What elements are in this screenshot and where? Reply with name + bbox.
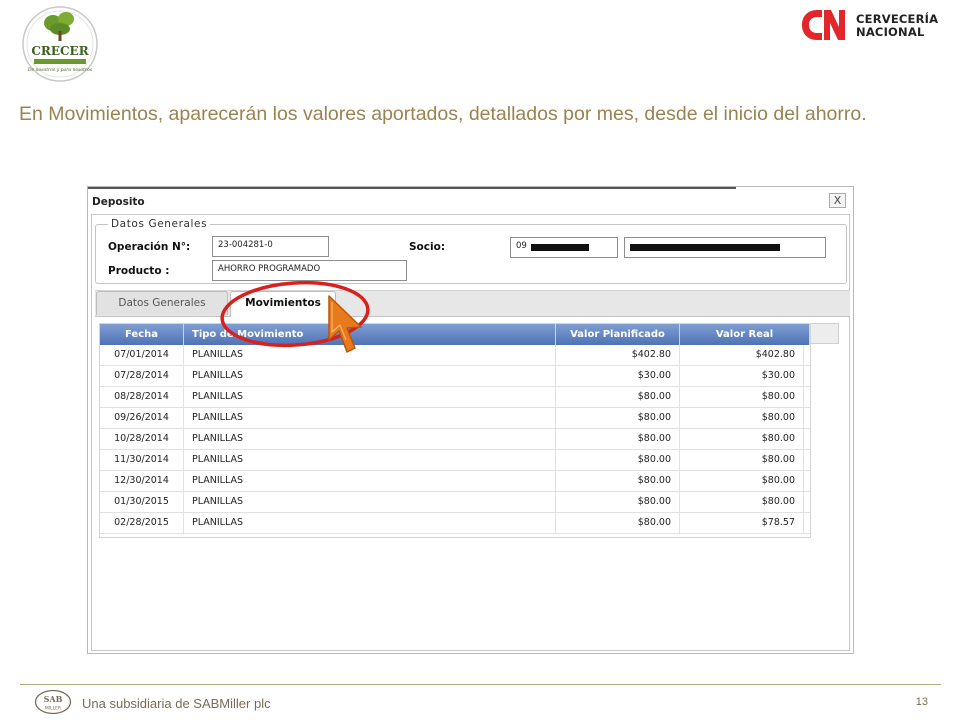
cell-valor-planificado: $80.00 <box>556 408 680 428</box>
cell-valor-real: $80.00 <box>680 429 804 449</box>
cell-valor-real: $80.00 <box>680 471 804 491</box>
cell-fecha: 01/30/2015 <box>100 492 184 512</box>
table-row[interactable]: 01/30/2015 PLANILLAS $80.00 $80.00 <box>100 492 810 513</box>
footer-text: Una subsidiaria de SABMiller plc <box>82 696 271 711</box>
table-row[interactable]: 02/28/2015 PLANILLAS $80.00 $78.57 <box>100 513 810 534</box>
operacion-label: Operación N°: <box>108 241 191 253</box>
column-header-tipo[interactable]: Tipo de Movimiento <box>184 324 556 345</box>
table-row[interactable]: 12/30/2014 PLANILLAS $80.00 $80.00 <box>100 471 810 492</box>
cell-fecha: 02/28/2015 <box>100 513 184 533</box>
close-icon[interactable]: X <box>829 193 846 208</box>
table-row[interactable]: 11/30/2014 PLANILLAS $80.00 $80.00 <box>100 450 810 471</box>
cell-fecha: 10/28/2014 <box>100 429 184 449</box>
cell-fecha: 12/30/2014 <box>100 471 184 491</box>
cell-tipo: PLANILLAS <box>184 471 556 491</box>
cell-valor-real: $80.00 <box>680 408 804 428</box>
table-row[interactable]: 07/01/2014 PLANILLAS $402.80 $402.80 <box>100 345 810 366</box>
cell-valor-planificado: $30.00 <box>556 366 680 386</box>
tab-datos-generales[interactable]: Datos Generales <box>96 291 228 315</box>
sabmiller-logo: SAB MILLER <box>34 689 72 715</box>
cn-logo-text: CERVECERÍA NACIONAL <box>856 13 938 39</box>
socio-label: Socio: <box>409 241 446 253</box>
producto-field[interactable]: AHORRO PROGRAMADO <box>212 260 407 281</box>
grid-header: Fecha Tipo de Movimiento Valor Planifica… <box>100 324 810 345</box>
socio-code-field[interactable]: 09 <box>510 237 618 258</box>
table-row[interactable]: 07/28/2014 PLANILLAS $30.00 $30.00 <box>100 366 810 387</box>
cell-valor-planificado: $80.00 <box>556 492 680 512</box>
cell-valor-real: $80.00 <box>680 387 804 407</box>
cn-logo-mark-icon <box>802 10 845 40</box>
intro-text: En Movimientos, aparecerán los valores a… <box>19 103 867 125</box>
cell-valor-real: $80.00 <box>680 450 804 470</box>
cell-valor-planificado: $402.80 <box>556 345 680 365</box>
page-number: 13 <box>915 696 928 708</box>
svg-text:De nosotros y para nosotros: De nosotros y para nosotros <box>27 67 93 73</box>
cell-valor-real: $78.57 <box>680 513 804 533</box>
table-row[interactable]: 10/28/2014 PLANILLAS $80.00 $80.00 <box>100 429 810 450</box>
cell-fecha: 07/01/2014 <box>100 345 184 365</box>
brand-line2: NACIONAL <box>856 25 925 39</box>
cell-tipo: PLANILLAS <box>184 366 556 386</box>
footer-divider <box>20 684 941 685</box>
cell-valor-real: $30.00 <box>680 366 804 386</box>
deposito-dialog: Deposito X Datos Generales Operación N°:… <box>87 186 854 654</box>
socio-name-field[interactable] <box>624 237 826 258</box>
cell-valor-planificado: $80.00 <box>556 429 680 449</box>
cell-fecha: 09/26/2014 <box>100 408 184 428</box>
cell-tipo: PLANILLAS <box>184 408 556 428</box>
movimientos-grid: Fecha Tipo de Movimiento Valor Planifica… <box>99 323 811 538</box>
cell-tipo: PLANILLAS <box>184 387 556 407</box>
cell-tipo: PLANILLAS <box>184 450 556 470</box>
cell-valor-planificado: $80.00 <box>556 471 680 491</box>
svg-text:MILLER: MILLER <box>45 706 61 712</box>
cell-tipo: PLANILLAS <box>184 513 556 533</box>
cell-valor-planificado: $80.00 <box>556 450 680 470</box>
cell-tipo: PLANILLAS <box>184 429 556 449</box>
table-row[interactable]: 09/26/2014 PLANILLAS $80.00 $80.00 <box>100 408 810 429</box>
column-header-fecha[interactable]: Fecha <box>100 324 184 345</box>
dialog-top-border <box>88 187 736 189</box>
cell-valor-planificado: $80.00 <box>556 513 680 533</box>
redaction-bar <box>531 244 589 251</box>
redaction-bar <box>630 244 780 251</box>
producto-label: Producto : <box>108 265 170 277</box>
crecer-logo: CRECER De nosotros y para nosotros <box>22 6 98 82</box>
operacion-field[interactable]: 23-004281-0 <box>212 236 329 257</box>
cell-valor-real: $80.00 <box>680 492 804 512</box>
cell-fecha: 11/30/2014 <box>100 450 184 470</box>
column-header-valor-planificado[interactable]: Valor Planificado <box>556 324 680 345</box>
dialog-title: Deposito <box>92 196 145 208</box>
cell-valor-real: $402.80 <box>680 345 804 365</box>
cerveceria-nacional-logo: CERVECERÍA NACIONAL <box>798 4 948 46</box>
cell-fecha: 07/28/2014 <box>100 366 184 386</box>
socio-code-value: 09 <box>516 241 527 251</box>
cell-fecha: 08/28/2014 <box>100 387 184 407</box>
cell-tipo: PLANILLAS <box>184 492 556 512</box>
table-row[interactable]: 08/28/2014 PLANILLAS $80.00 $80.00 <box>100 387 810 408</box>
fieldset-legend: Datos Generales <box>108 218 211 230</box>
column-header-valor-real[interactable]: Valor Real <box>680 324 810 345</box>
tab-movimientos[interactable]: Movimientos <box>230 291 336 317</box>
cell-tipo: PLANILLAS <box>184 345 556 365</box>
svg-text:CRECER: CRECER <box>31 44 89 58</box>
cell-valor-planificado: $80.00 <box>556 387 680 407</box>
svg-text:SAB: SAB <box>44 694 63 704</box>
